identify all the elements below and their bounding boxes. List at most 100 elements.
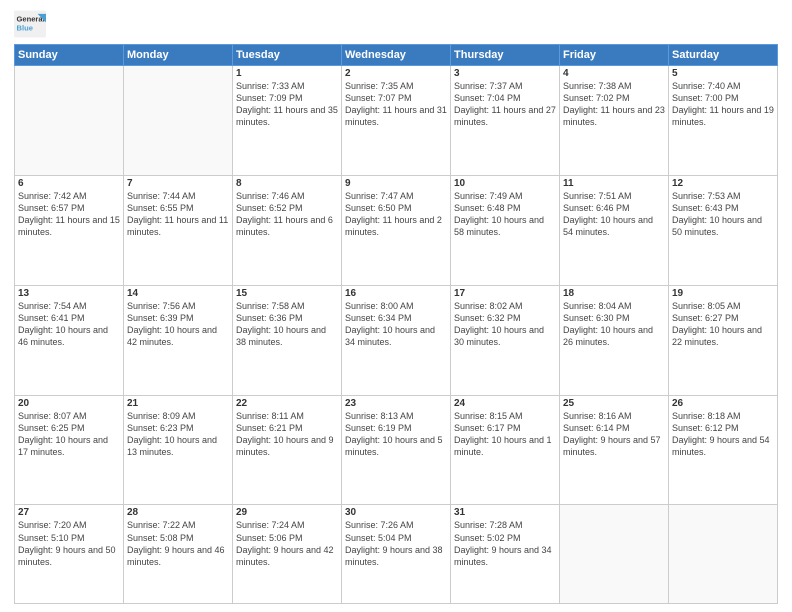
day-number: 10 (454, 178, 556, 189)
day-number: 5 (672, 68, 774, 79)
calendar-cell: 12Sunrise: 7:53 AMSunset: 6:43 PMDayligh… (669, 175, 778, 285)
day-number: 30 (345, 507, 447, 518)
day-number: 7 (127, 178, 229, 189)
weekday-header: Monday (124, 45, 233, 66)
weekday-header: Thursday (451, 45, 560, 66)
calendar-table: SundayMondayTuesdayWednesdayThursdayFrid… (14, 44, 778, 604)
calendar-cell: 27Sunrise: 7:20 AMSunset: 5:10 PMDayligh… (15, 505, 124, 604)
cell-details: Sunrise: 7:47 AMSunset: 6:50 PMDaylight:… (345, 190, 447, 239)
day-number: 25 (563, 398, 665, 409)
day-number: 27 (18, 507, 120, 518)
calendar-cell: 19Sunrise: 8:05 AMSunset: 6:27 PMDayligh… (669, 285, 778, 395)
calendar-cell: 10Sunrise: 7:49 AMSunset: 6:48 PMDayligh… (451, 175, 560, 285)
cell-details: Sunrise: 8:00 AMSunset: 6:34 PMDaylight:… (345, 300, 447, 349)
day-number: 2 (345, 68, 447, 79)
calendar-week-row: 1Sunrise: 7:33 AMSunset: 7:09 PMDaylight… (15, 66, 778, 176)
cell-details: Sunrise: 7:58 AMSunset: 6:36 PMDaylight:… (236, 300, 338, 349)
cell-details: Sunrise: 8:07 AMSunset: 6:25 PMDaylight:… (18, 410, 120, 459)
cell-details: Sunrise: 7:26 AMSunset: 5:04 PMDaylight:… (345, 519, 447, 568)
calendar-cell: 13Sunrise: 7:54 AMSunset: 6:41 PMDayligh… (15, 285, 124, 395)
day-number: 12 (672, 178, 774, 189)
cell-details: Sunrise: 7:20 AMSunset: 5:10 PMDaylight:… (18, 519, 120, 568)
weekday-header: Wednesday (342, 45, 451, 66)
cell-details: Sunrise: 7:33 AMSunset: 7:09 PMDaylight:… (236, 80, 338, 129)
calendar-cell: 7Sunrise: 7:44 AMSunset: 6:55 PMDaylight… (124, 175, 233, 285)
day-number: 26 (672, 398, 774, 409)
cell-details: Sunrise: 7:24 AMSunset: 5:06 PMDaylight:… (236, 519, 338, 568)
calendar-cell: 17Sunrise: 8:02 AMSunset: 6:32 PMDayligh… (451, 285, 560, 395)
calendar-cell: 25Sunrise: 8:16 AMSunset: 6:14 PMDayligh… (560, 395, 669, 505)
cell-details: Sunrise: 7:44 AMSunset: 6:55 PMDaylight:… (127, 190, 229, 239)
day-number: 31 (454, 507, 556, 518)
calendar-cell: 11Sunrise: 7:51 AMSunset: 6:46 PMDayligh… (560, 175, 669, 285)
calendar-cell: 31Sunrise: 7:28 AMSunset: 5:02 PMDayligh… (451, 505, 560, 604)
calendar-cell: 21Sunrise: 8:09 AMSunset: 6:23 PMDayligh… (124, 395, 233, 505)
day-number: 22 (236, 398, 338, 409)
calendar-cell: 28Sunrise: 7:22 AMSunset: 5:08 PMDayligh… (124, 505, 233, 604)
calendar-cell: 18Sunrise: 8:04 AMSunset: 6:30 PMDayligh… (560, 285, 669, 395)
day-number: 15 (236, 288, 338, 299)
calendar-cell: 8Sunrise: 7:46 AMSunset: 6:52 PMDaylight… (233, 175, 342, 285)
cell-details: Sunrise: 8:05 AMSunset: 6:27 PMDaylight:… (672, 300, 774, 349)
logo: General Blue (14, 10, 48, 38)
calendar-cell (669, 505, 778, 604)
day-number: 14 (127, 288, 229, 299)
day-number: 23 (345, 398, 447, 409)
cell-details: Sunrise: 8:04 AMSunset: 6:30 PMDaylight:… (563, 300, 665, 349)
calendar-cell: 9Sunrise: 7:47 AMSunset: 6:50 PMDaylight… (342, 175, 451, 285)
calendar-week-row: 27Sunrise: 7:20 AMSunset: 5:10 PMDayligh… (15, 505, 778, 604)
day-number: 16 (345, 288, 447, 299)
logo-icon: General Blue (14, 10, 46, 38)
day-number: 11 (563, 178, 665, 189)
calendar-cell: 2Sunrise: 7:35 AMSunset: 7:07 PMDaylight… (342, 66, 451, 176)
calendar-cell: 26Sunrise: 8:18 AMSunset: 6:12 PMDayligh… (669, 395, 778, 505)
day-number: 8 (236, 178, 338, 189)
cell-details: Sunrise: 7:37 AMSunset: 7:04 PMDaylight:… (454, 80, 556, 129)
cell-details: Sunrise: 7:40 AMSunset: 7:00 PMDaylight:… (672, 80, 774, 129)
cell-details: Sunrise: 7:22 AMSunset: 5:08 PMDaylight:… (127, 519, 229, 568)
cell-details: Sunrise: 7:49 AMSunset: 6:48 PMDaylight:… (454, 190, 556, 239)
cell-details: Sunrise: 8:11 AMSunset: 6:21 PMDaylight:… (236, 410, 338, 459)
cell-details: Sunrise: 7:56 AMSunset: 6:39 PMDaylight:… (127, 300, 229, 349)
weekday-header: Friday (560, 45, 669, 66)
cell-details: Sunrise: 8:18 AMSunset: 6:12 PMDaylight:… (672, 410, 774, 459)
cell-details: Sunrise: 8:16 AMSunset: 6:14 PMDaylight:… (563, 410, 665, 459)
day-number: 20 (18, 398, 120, 409)
calendar-cell: 15Sunrise: 7:58 AMSunset: 6:36 PMDayligh… (233, 285, 342, 395)
day-number: 21 (127, 398, 229, 409)
calendar-cell: 22Sunrise: 8:11 AMSunset: 6:21 PMDayligh… (233, 395, 342, 505)
calendar-cell: 3Sunrise: 7:37 AMSunset: 7:04 PMDaylight… (451, 66, 560, 176)
calendar-cell: 24Sunrise: 8:15 AMSunset: 6:17 PMDayligh… (451, 395, 560, 505)
day-number: 13 (18, 288, 120, 299)
weekday-header: Tuesday (233, 45, 342, 66)
day-number: 19 (672, 288, 774, 299)
day-number: 1 (236, 68, 338, 79)
cell-details: Sunrise: 7:28 AMSunset: 5:02 PMDaylight:… (454, 519, 556, 568)
cell-details: Sunrise: 8:13 AMSunset: 6:19 PMDaylight:… (345, 410, 447, 459)
calendar-cell: 29Sunrise: 7:24 AMSunset: 5:06 PMDayligh… (233, 505, 342, 604)
calendar-cell: 4Sunrise: 7:38 AMSunset: 7:02 PMDaylight… (560, 66, 669, 176)
calendar-cell: 1Sunrise: 7:33 AMSunset: 7:09 PMDaylight… (233, 66, 342, 176)
calendar-cell: 14Sunrise: 7:56 AMSunset: 6:39 PMDayligh… (124, 285, 233, 395)
cell-details: Sunrise: 7:42 AMSunset: 6:57 PMDaylight:… (18, 190, 120, 239)
calendar-cell: 5Sunrise: 7:40 AMSunset: 7:00 PMDaylight… (669, 66, 778, 176)
page: General Blue SundayMondayTuesdayWednesda… (0, 0, 792, 612)
header: General Blue (14, 10, 778, 38)
cell-details: Sunrise: 7:35 AMSunset: 7:07 PMDaylight:… (345, 80, 447, 129)
day-number: 4 (563, 68, 665, 79)
cell-details: Sunrise: 8:15 AMSunset: 6:17 PMDaylight:… (454, 410, 556, 459)
day-number: 17 (454, 288, 556, 299)
cell-details: Sunrise: 7:46 AMSunset: 6:52 PMDaylight:… (236, 190, 338, 239)
day-number: 29 (236, 507, 338, 518)
cell-details: Sunrise: 7:53 AMSunset: 6:43 PMDaylight:… (672, 190, 774, 239)
cell-details: Sunrise: 8:02 AMSunset: 6:32 PMDaylight:… (454, 300, 556, 349)
weekday-header: Sunday (15, 45, 124, 66)
day-number: 24 (454, 398, 556, 409)
calendar-cell (15, 66, 124, 176)
calendar-cell (560, 505, 669, 604)
day-number: 3 (454, 68, 556, 79)
calendar-week-row: 20Sunrise: 8:07 AMSunset: 6:25 PMDayligh… (15, 395, 778, 505)
day-number: 28 (127, 507, 229, 518)
calendar-cell: 6Sunrise: 7:42 AMSunset: 6:57 PMDaylight… (15, 175, 124, 285)
calendar-cell (124, 66, 233, 176)
